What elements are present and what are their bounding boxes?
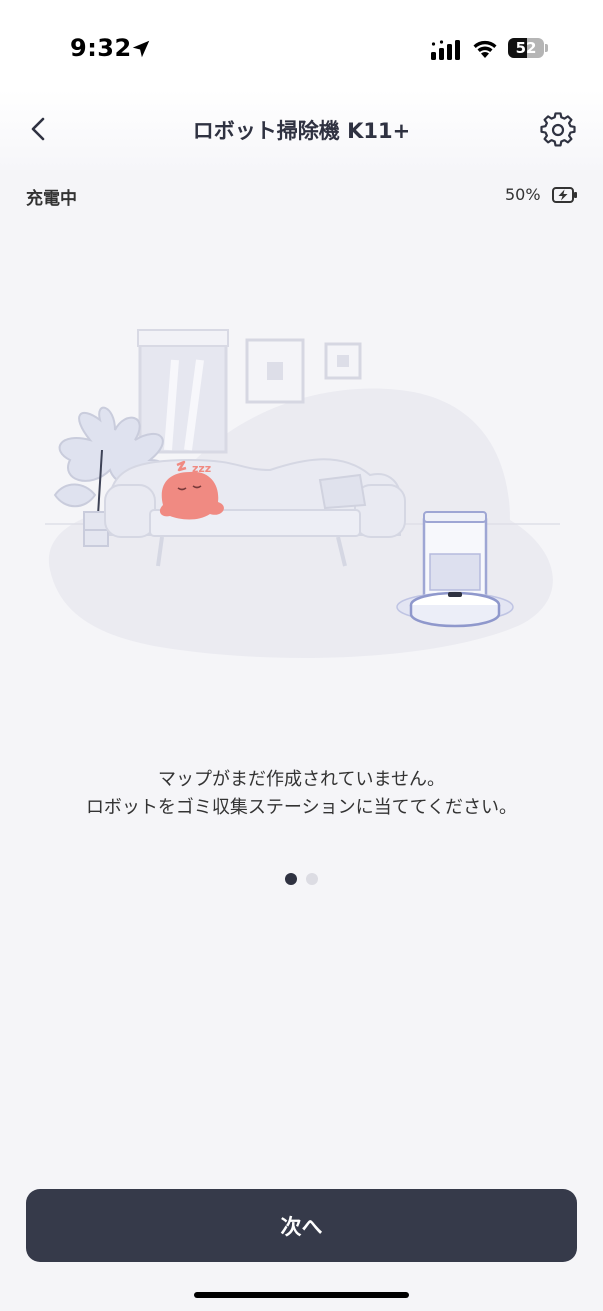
status-bar: 9:32 52 xyxy=(0,0,603,90)
message-line-1: マップがまだ作成されていません。 xyxy=(158,769,445,790)
next-button[interactable]: 次へ xyxy=(26,1189,577,1262)
battery-icon: 52 xyxy=(508,38,548,58)
wifi-icon xyxy=(473,40,497,58)
sleep-zzz: zzz xyxy=(192,462,211,475)
location-arrow-icon xyxy=(132,40,150,58)
instruction-message: マップがまだ作成されていません。 ロボットをゴミ収集ステーションに当ててください… xyxy=(0,766,603,822)
battery-level: 52 xyxy=(515,39,537,57)
battery-percent: 50% xyxy=(505,185,541,204)
charge-status: 充電中 xyxy=(26,189,77,209)
status-time: 9:32 xyxy=(70,34,132,62)
page-dot-active xyxy=(285,873,297,885)
charging-battery-icon xyxy=(552,187,577,203)
home-indicator xyxy=(194,1292,409,1298)
message-line-2: ロボットをゴミ収集ステーションに当ててください。 xyxy=(85,797,518,818)
page-dot xyxy=(306,873,318,885)
living-room-illustration: zzz xyxy=(45,329,560,658)
navigation-bar: ロボット掃除機 K11+ xyxy=(0,90,603,170)
cellular-signal-icon xyxy=(431,40,460,60)
gear-icon[interactable] xyxy=(540,112,576,148)
page-title: ロボット掃除機 K11+ xyxy=(192,119,411,143)
